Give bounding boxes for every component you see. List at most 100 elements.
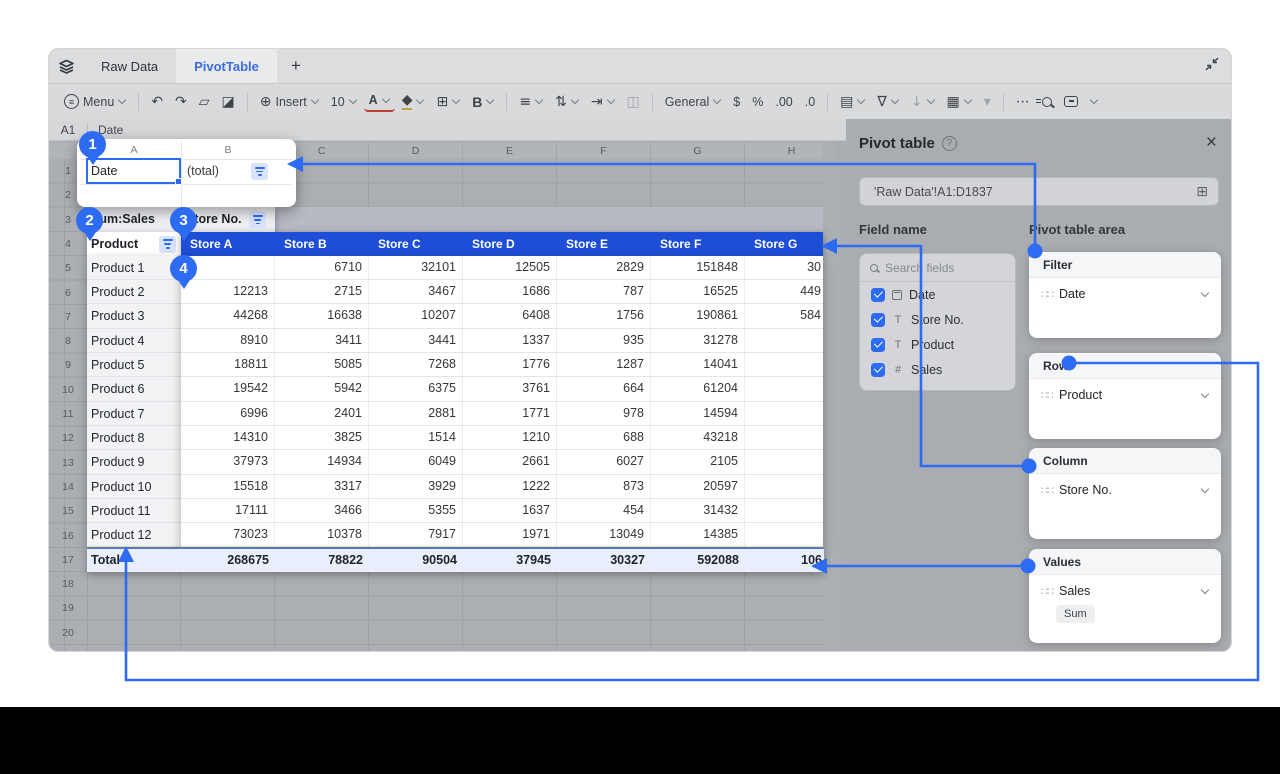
- drag-handle-icon[interactable]: ∷∷: [1041, 389, 1053, 402]
- total-cell[interactable]: 592088: [651, 549, 745, 572]
- product-cell[interactable]: Product 7: [87, 402, 181, 426]
- add-sheet-button[interactable]: +: [277, 56, 315, 76]
- paint-format-button[interactable]: ▱: [194, 92, 215, 112]
- aggregation-badge[interactable]: Sum: [1056, 605, 1095, 623]
- data-cell[interactable]: 2715: [275, 280, 369, 303]
- row-header-12[interactable]: 12: [49, 426, 87, 450]
- data-cell[interactable]: [745, 377, 823, 400]
- find-button[interactable]: [1037, 94, 1057, 110]
- data-cell[interactable]: 1771: [463, 402, 557, 425]
- borders-button[interactable]: ⊞: [431, 92, 465, 112]
- checkbox-checked[interactable]: [871, 338, 885, 352]
- insert-button[interactable]: ⊕Insert: [255, 92, 324, 112]
- row-header-4[interactable]: 4: [49, 232, 87, 256]
- search-fields-input[interactable]: Search fields: [860, 254, 1015, 282]
- store-header[interactable]: Store G: [754, 232, 797, 256]
- row-header-9[interactable]: 9: [49, 353, 87, 377]
- area-field-item[interactable]: ∷∷Product: [1029, 379, 1221, 402]
- data-cell[interactable]: 935: [557, 329, 651, 352]
- data-cell[interactable]: 7268: [369, 353, 463, 376]
- filter-icon[interactable]: [251, 163, 268, 180]
- data-cell[interactable]: [745, 475, 823, 498]
- cell-image-button[interactable]: ▤: [835, 92, 870, 112]
- data-cell[interactable]: 6710: [275, 256, 369, 279]
- data-cell[interactable]: 5085: [275, 353, 369, 376]
- v-align-button[interactable]: ⇅: [550, 92, 584, 112]
- data-cell[interactable]: 2105: [651, 450, 745, 473]
- data-cell[interactable]: 14041: [651, 353, 745, 376]
- chevron-down-icon[interactable]: [1201, 484, 1209, 492]
- data-cell[interactable]: 14310: [181, 426, 275, 449]
- store-header[interactable]: Store D: [472, 232, 515, 256]
- data-cell[interactable]: 1637: [463, 499, 557, 522]
- data-cell[interactable]: 5355: [369, 499, 463, 522]
- column-header-e[interactable]: E: [463, 143, 557, 159]
- data-cell[interactable]: 3761: [463, 377, 557, 400]
- tab-pivottable[interactable]: PivotTable: [176, 49, 277, 83]
- close-icon[interactable]: ×: [1206, 132, 1217, 154]
- column-header-d[interactable]: D: [369, 143, 463, 159]
- data-cell[interactable]: 31432: [651, 499, 745, 522]
- product-cell[interactable]: Product 8: [87, 426, 181, 450]
- area-field-item[interactable]: ∷∷Date: [1029, 278, 1221, 301]
- data-cell[interactable]: 20597: [651, 475, 745, 498]
- data-cell[interactable]: 3929: [369, 475, 463, 498]
- data-cell[interactable]: 1776: [463, 353, 557, 376]
- data-cell[interactable]: 7917: [369, 523, 463, 546]
- column-header-f[interactable]: F: [557, 143, 651, 159]
- data-cell[interactable]: 6375: [369, 377, 463, 400]
- text-wrap-button[interactable]: ⇥: [586, 92, 620, 112]
- more-button[interactable]: ⋯: [1011, 92, 1035, 112]
- data-cell[interactable]: 1514: [369, 426, 463, 449]
- data-cell[interactable]: 688: [557, 426, 651, 449]
- data-cell[interactable]: 15518: [181, 475, 275, 498]
- row-header-5[interactable]: 5: [49, 256, 87, 280]
- data-cell[interactable]: 19542: [181, 377, 275, 400]
- column-header-g[interactable]: G: [651, 143, 745, 159]
- data-cell[interactable]: 1222: [463, 475, 557, 498]
- row-header-20[interactable]: 20: [49, 621, 87, 645]
- data-cell[interactable]: 12213: [181, 280, 275, 303]
- data-cell[interactable]: 13049: [557, 523, 651, 546]
- data-cell[interactable]: 3317: [275, 475, 369, 498]
- data-cell[interactable]: 2829: [557, 256, 651, 279]
- data-cell[interactable]: 37973: [181, 450, 275, 473]
- undo-button[interactable]: ↶: [146, 92, 168, 112]
- currency-button[interactable]: $: [728, 92, 745, 112]
- total-cell[interactable]: 37945: [463, 549, 557, 572]
- data-cell[interactable]: 449: [745, 280, 823, 303]
- pivot-table-button[interactable]: ▦: [942, 92, 977, 112]
- total-cell[interactable]: 106: [745, 549, 824, 572]
- data-cell[interactable]: 787: [557, 280, 651, 303]
- store-header[interactable]: Store E: [566, 232, 608, 256]
- range-input[interactable]: 'Raw Data'!A1:D1837 ⊞: [859, 177, 1219, 206]
- data-cell[interactable]: 6996: [181, 402, 275, 425]
- data-cell[interactable]: 14594: [651, 402, 745, 425]
- column-header-row[interactable]: Store AStore BStore CStore DStore EStore…: [181, 232, 823, 256]
- store-header[interactable]: Store C: [378, 232, 421, 256]
- data-cell[interactable]: 1337: [463, 329, 557, 352]
- data-cell[interactable]: 664: [557, 377, 651, 400]
- data-cell[interactable]: 61204: [651, 377, 745, 400]
- data-cell[interactable]: 8910: [181, 329, 275, 352]
- product-cell[interactable]: Product 9: [87, 450, 181, 474]
- data-cell[interactable]: 3441: [369, 329, 463, 352]
- h-align-button[interactable]: ≡: [514, 92, 548, 112]
- font-size-select[interactable]: 10: [326, 92, 362, 112]
- drag-handle-icon[interactable]: ∷∷: [1041, 288, 1053, 301]
- row-header-16[interactable]: 16: [49, 524, 87, 548]
- store-header[interactable]: Store B: [284, 232, 327, 256]
- sheet-grid[interactable]: ABCDEFGH 1234567891011121314151617181920…: [49, 141, 846, 652]
- data-cell[interactable]: [745, 426, 823, 449]
- data-cell[interactable]: 16525: [651, 280, 745, 303]
- data-cell[interactable]: 16638: [275, 304, 369, 327]
- product-cell[interactable]: Product 5: [87, 353, 181, 377]
- data-cell[interactable]: 14934: [275, 450, 369, 473]
- data-cell[interactable]: 10378: [275, 523, 369, 546]
- checkbox-checked[interactable]: [871, 363, 885, 377]
- group-button[interactable]: ▾: [979, 92, 996, 112]
- bold-button[interactable]: B: [467, 91, 499, 113]
- data-cell[interactable]: 32101: [369, 256, 463, 279]
- area-field-item[interactable]: ∷∷Sales: [1029, 575, 1221, 598]
- data-cell[interactable]: 2881: [369, 402, 463, 425]
